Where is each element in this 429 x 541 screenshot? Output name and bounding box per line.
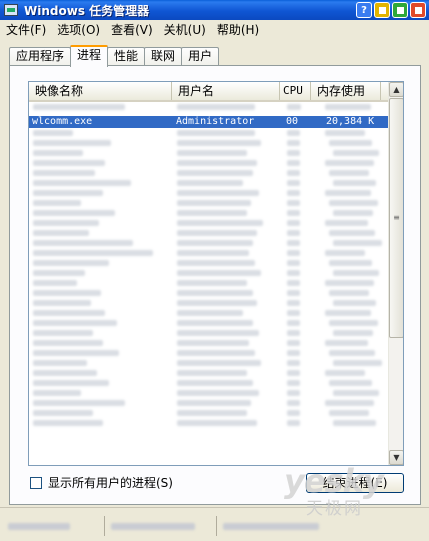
title-bar[interactable]: Windows 任务管理器 ? [0,0,429,20]
status-bar [0,507,429,541]
table-row[interactable] [29,138,389,148]
cell-memory: 20,384 K [326,116,375,127]
status-processes [2,516,102,536]
table-row[interactable] [29,358,389,368]
table-row[interactable] [29,328,389,338]
table-row[interactable] [29,208,389,218]
table-row[interactable] [29,188,389,198]
vertical-scrollbar[interactable]: ▲ ≡ ▼ [388,82,403,465]
table-row[interactable] [29,298,389,308]
tab-users[interactable]: 用户 [181,47,220,66]
menu-bar: 文件(F) 选项(O) 查看(V) 关机(U) 帮助(H) [0,20,429,39]
table-row[interactable] [29,318,389,328]
table-row[interactable] [29,268,389,278]
table-row[interactable] [29,378,389,388]
scroll-down-icon[interactable]: ▼ [389,450,403,465]
column-image-name[interactable]: 映像名称 [29,82,172,100]
menu-view[interactable]: 查看(V) [111,21,153,38]
menu-file[interactable]: 文件(F) [6,21,46,38]
show-all-users-label: 显示所有用户的进程(S) [48,476,173,490]
menu-help[interactable]: 帮助(H) [217,21,259,38]
window-title: Windows 任务管理器 [24,3,150,18]
table-row[interactable] [29,158,389,168]
table-row[interactable] [29,408,389,418]
table-row[interactable] [29,198,389,208]
table-row[interactable] [29,228,389,238]
cell-cpu: 00 [286,116,299,127]
minimize-icon[interactable] [374,2,390,18]
table-row[interactable] [29,368,389,378]
table-row-selected[interactable]: wlcomm.exe Administrator 00 20,384 K [29,116,389,128]
window-controls: ? [356,2,426,18]
table-row[interactable] [29,388,389,398]
table-row[interactable] [29,308,389,318]
cell-user-name: Administrator [176,116,255,127]
column-memory[interactable]: 内存使用 [311,82,381,100]
scroll-thumb[interactable]: ≡ [389,98,403,338]
menu-options[interactable]: 选项(O) [57,21,100,38]
tab-networking[interactable]: 联网 [144,47,183,66]
scroll-up-icon[interactable]: ▲ [389,82,403,97]
list-header: 映像名称 用户名 CPU 内存使用 [29,82,389,102]
table-row[interactable] [29,418,389,428]
table-row[interactable] [29,148,389,158]
table-row[interactable] [29,338,389,348]
process-rows: wlcomm.exe Administrator 00 20,384 K [29,102,389,428]
table-row[interactable] [29,398,389,408]
table-row[interactable] [29,238,389,248]
end-process-button[interactable]: 结束进程(E) [306,473,404,493]
table-row[interactable] [29,248,389,258]
table-row[interactable] [29,218,389,228]
help-icon[interactable]: ? [356,2,372,18]
table-row[interactable] [29,348,389,358]
menu-shutdown[interactable]: 关机(U) [164,21,206,38]
process-list[interactable]: 映像名称 用户名 CPU 内存使用 wlcomm.exe Administrat… [28,81,404,466]
show-all-users-checkbox[interactable] [30,476,42,489]
tab-applications[interactable]: 应用程序 [9,47,72,66]
table-row[interactable] [29,102,389,112]
close-icon[interactable] [410,2,426,18]
table-row[interactable] [29,128,389,138]
tab-processes[interactable]: 进程 [70,45,109,67]
status-cpu [104,516,214,536]
column-user-name[interactable]: 用户名 [172,82,280,100]
table-row[interactable] [29,278,389,288]
show-all-users-option[interactable]: 显示所有用户的进程(S) [30,474,173,491]
table-row[interactable] [29,168,389,178]
cell-image-name: wlcomm.exe [32,116,93,127]
tab-performance[interactable]: 性能 [107,47,146,66]
task-manager-icon [4,4,18,16]
table-row[interactable] [29,288,389,298]
status-commit [216,516,336,536]
column-cpu[interactable]: CPU [280,82,311,100]
tab-strip: 应用程序 进程 性能 联网 用户 [9,45,220,67]
processes-panel: 映像名称 用户名 CPU 内存使用 wlcomm.exe Administrat… [9,65,421,505]
table-row[interactable] [29,258,389,268]
table-row[interactable] [29,178,389,188]
maximize-icon[interactable] [392,2,408,18]
